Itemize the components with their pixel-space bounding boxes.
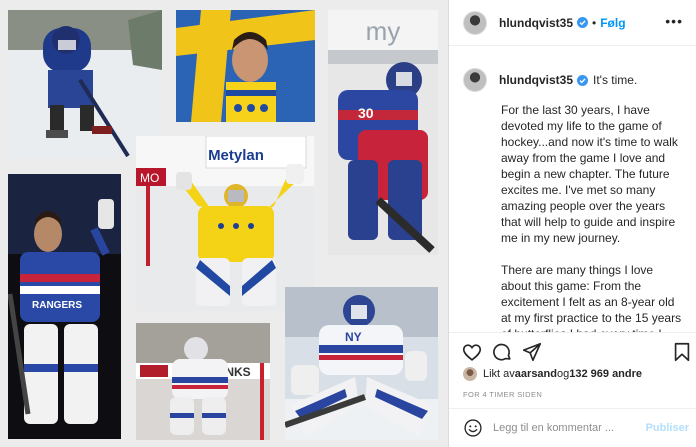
header-username[interactable]: hlundqvist35 (499, 16, 573, 30)
first-liker-link[interactable]: aarsand (515, 368, 557, 380)
photo-rangers-goalie-crouch: my 30 (328, 10, 438, 255)
likes-summary: Likt av aarsand og 132 969 andre (463, 367, 642, 381)
likes-middle: og (557, 368, 570, 380)
emoji-icon[interactable] (463, 418, 483, 438)
photo-rangers-white-butterfly: NY (285, 287, 438, 440)
caption-avatar[interactable] (463, 68, 487, 92)
more-options-icon[interactable]: ••• (665, 14, 683, 28)
svg-text:30: 30 (358, 105, 374, 121)
post-image-collage[interactable]: my 30 RANGERS Metylan MO INKS NY (0, 0, 448, 447)
caption-username[interactable]: hlundqvist35 (499, 73, 573, 87)
caption-area[interactable]: hlundqvist35 It's time. For the last 30 … (449, 46, 696, 332)
share-icon[interactable] (521, 341, 543, 363)
likes-count-link[interactable]: 132 969 andre (569, 368, 642, 380)
photo-sweden-flag (176, 10, 315, 122)
verified-badge-icon (577, 17, 589, 28)
post-side-panel: hlundqvist35 • Følg ••• hlundqvist35 It'… (448, 0, 696, 447)
action-bar (449, 332, 696, 368)
svg-text:NY: NY (345, 330, 362, 344)
heart-icon[interactable] (461, 341, 483, 363)
likes-prefix: Likt av (483, 368, 515, 380)
svg-text:my: my (366, 16, 401, 46)
svg-text:MO: MO (140, 171, 159, 185)
follow-button[interactable]: Følg (600, 16, 625, 30)
comment-icon[interactable] (491, 341, 513, 363)
post-header: hlundqvist35 • Følg ••• (449, 0, 696, 46)
caption-first-line: It's time. (593, 73, 638, 87)
photo-rangers-white-save: INKS (136, 323, 270, 440)
caption-header: hlundqvist35 It's time. (449, 46, 696, 92)
comment-input[interactable] (493, 422, 643, 434)
header-separator: • (592, 15, 597, 30)
caption-text: For the last 30 years, I have devoted my… (449, 92, 696, 332)
bookmark-icon[interactable] (671, 341, 693, 363)
svg-text:RANGERS: RANGERS (32, 300, 82, 311)
caption-paragraph: For the last 30 years, I have devoted my… (501, 103, 678, 245)
avatar[interactable] (463, 10, 487, 35)
photo-sweden-celebration: Metylan MO (136, 136, 314, 311)
photo-rangers-salute: RANGERS (8, 174, 121, 439)
caption-paragraph: There are many things I love about this … (501, 263, 682, 332)
post-timestamp[interactable]: FOR 4 TIMER SIDEN (463, 390, 542, 399)
svg-text:Metylan: Metylan (208, 147, 264, 164)
liker-avatar[interactable] (463, 367, 477, 381)
publish-button[interactable]: Publiser (646, 422, 689, 434)
verified-badge-icon (577, 74, 589, 86)
comment-bar: Publiser (449, 408, 696, 447)
